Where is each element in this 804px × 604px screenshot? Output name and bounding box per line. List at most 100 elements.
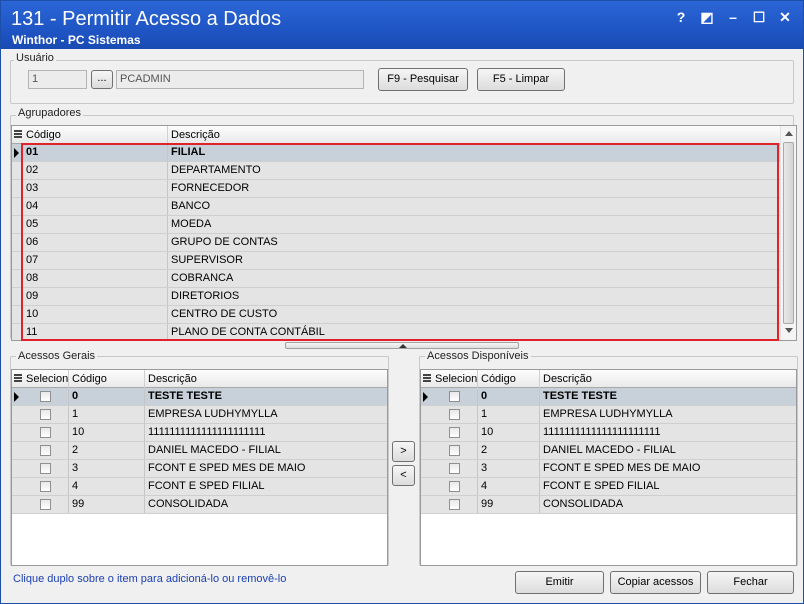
row-checkbox[interactable]	[449, 391, 460, 402]
column-chooser-icon[interactable]	[14, 374, 22, 384]
table-row[interactable]: 99 CONSOLIDADA	[421, 496, 796, 514]
cell-descricao: FCONT E SPED MES DE MAIO	[543, 462, 701, 474]
add-access-button[interactable]: >	[392, 441, 415, 462]
table-row[interactable]: 11 PLANO DE CONTA CONTÁBIL	[12, 324, 782, 340]
table-row[interactable]: 02 DEPARTAMENTO	[12, 162, 782, 180]
table-row[interactable]: 3 FCONT E SPED MES DE MAIO	[12, 460, 387, 478]
title-bar[interactable]: 131 - Permitir Acesso a Dados Winthor - …	[1, 1, 803, 49]
search-button[interactable]: F9 - Pesquisar	[378, 68, 468, 91]
minimize-button[interactable]: –	[723, 7, 743, 27]
table-row[interactable]: 10 CENTRO DE CUSTO	[12, 306, 782, 324]
table-row[interactable]: 01 FILIAL	[12, 144, 782, 162]
row-checkbox[interactable]	[449, 427, 460, 438]
row-checkbox[interactable]	[449, 463, 460, 474]
cell-codigo: 06	[23, 234, 168, 251]
cell-descricao: BANCO	[171, 200, 211, 212]
cell-codigo: 08	[23, 270, 168, 287]
table-row[interactable]: 0 TESTE TESTE	[12, 388, 387, 406]
cell-codigo: 10	[478, 424, 540, 441]
scroll-thumb[interactable]	[783, 142, 794, 324]
table-row[interactable]: 1 EMPRESA LUDHYMYLLA	[421, 406, 796, 424]
acessos-gerais-header: Selecionar Código Descrição	[12, 370, 387, 388]
table-row[interactable]: 05 MOEDA	[12, 216, 782, 234]
scroll-up-icon[interactable]	[785, 131, 793, 136]
table-row[interactable]: 07 SUPERVISOR	[12, 252, 782, 270]
table-row[interactable]: 4 FCONT E SPED FILIAL	[12, 478, 387, 496]
table-row[interactable]: 08 COBRANCA	[12, 270, 782, 288]
row-checkbox[interactable]	[449, 481, 460, 492]
table-row[interactable]: 10 1111111111111111111111	[12, 424, 387, 442]
agrupadores-grid-header: Código Descrição	[12, 126, 782, 144]
maximize-button[interactable]: ☐	[749, 7, 769, 27]
panel-splitter[interactable]	[285, 342, 519, 349]
col-codigo[interactable]: Código	[478, 370, 540, 388]
select-cell	[23, 460, 69, 477]
row-checkbox[interactable]	[40, 445, 51, 456]
row-checkbox[interactable]	[40, 499, 51, 510]
cell-descricao: PLANO DE CONTA CONTÁBIL	[171, 326, 325, 338]
row-indicator	[421, 424, 432, 441]
col-codigo[interactable]: Código	[69, 370, 145, 388]
close-button[interactable]: ✕	[775, 7, 795, 27]
cell-codigo: 0	[478, 388, 540, 405]
col-selecionar[interactable]: Selecionar	[432, 370, 478, 388]
select-cell	[23, 442, 69, 459]
cell-codigo: 99	[478, 496, 540, 513]
emitir-button[interactable]: Emitir	[515, 571, 604, 594]
table-row[interactable]: 4 FCONT E SPED FILIAL	[421, 478, 796, 496]
user-name-field: PCADMIN	[116, 70, 364, 89]
column-chooser-icon[interactable]	[14, 130, 22, 140]
col-selecionar[interactable]: Selecionar	[23, 370, 69, 388]
col-descricao[interactable]: Descrição	[145, 370, 387, 388]
col-codigo[interactable]: Código	[23, 126, 168, 144]
table-row[interactable]: 09 DIRETORIOS	[12, 288, 782, 306]
col-descricao[interactable]: Descrição	[168, 126, 782, 144]
table-row[interactable]: 2 DANIEL MACEDO - FILIAL	[12, 442, 387, 460]
col-descricao[interactable]: Descrição	[540, 370, 796, 388]
help-button[interactable]: ?	[671, 7, 691, 27]
row-indicator	[12, 496, 23, 513]
cell-codigo: 2	[478, 442, 540, 459]
user-lookup-button[interactable]: ...	[91, 70, 113, 89]
table-row[interactable]: 0 TESTE TESTE	[421, 388, 796, 406]
row-checkbox[interactable]	[449, 409, 460, 420]
cell-descricao: CONSOLIDADA	[543, 498, 624, 510]
row-indicator	[421, 442, 432, 459]
table-row[interactable]: 04 BANCO	[12, 198, 782, 216]
row-indicator	[12, 162, 23, 179]
table-row[interactable]: 1 EMPRESA LUDHYMYLLA	[12, 406, 387, 424]
row-checkbox[interactable]	[40, 427, 51, 438]
row-checkbox[interactable]	[40, 481, 51, 492]
table-row[interactable]: 99 CONSOLIDADA	[12, 496, 387, 514]
row-indicator	[12, 306, 23, 323]
row-checkbox[interactable]	[449, 445, 460, 456]
row-checkbox[interactable]	[449, 499, 460, 510]
select-cell	[432, 388, 478, 405]
scroll-down-icon[interactable]	[785, 328, 793, 333]
remove-access-button[interactable]: <	[392, 465, 415, 486]
row-checkbox[interactable]	[40, 409, 51, 420]
row-checkbox[interactable]	[40, 391, 51, 402]
fechar-button[interactable]: Fechar	[707, 571, 794, 594]
row-checkbox[interactable]	[40, 463, 51, 474]
cell-descricao: FORNECEDOR	[171, 182, 250, 194]
row-indicator	[421, 406, 432, 423]
cell-descricao: TESTE TESTE	[543, 390, 617, 402]
cell-codigo: 1	[69, 406, 145, 423]
row-indicator	[12, 460, 23, 477]
cell-descricao: FCONT E SPED MES DE MAIO	[148, 462, 306, 474]
select-cell	[432, 478, 478, 495]
table-row[interactable]: 06 GRUPO DE CONTAS	[12, 234, 782, 252]
copiar-acessos-button[interactable]: Copiar acessos	[610, 571, 701, 594]
restore-icon[interactable]: ◩	[697, 7, 717, 27]
agrupadores-group-label: Agrupadores	[16, 107, 83, 119]
user-code-field[interactable]: 1	[28, 70, 87, 89]
table-row[interactable]: 03 FORNECEDOR	[12, 180, 782, 198]
column-chooser-icon[interactable]	[423, 374, 431, 384]
table-row[interactable]: 3 FCONT E SPED MES DE MAIO	[421, 460, 796, 478]
table-row[interactable]: 2 DANIEL MACEDO - FILIAL	[421, 442, 796, 460]
table-row[interactable]: 10 1111111111111111111111	[421, 424, 796, 442]
clear-button[interactable]: F5 - Limpar	[477, 68, 565, 91]
agrupadores-scrollbar[interactable]	[780, 126, 796, 340]
cell-descricao: DEPARTAMENTO	[171, 164, 261, 176]
